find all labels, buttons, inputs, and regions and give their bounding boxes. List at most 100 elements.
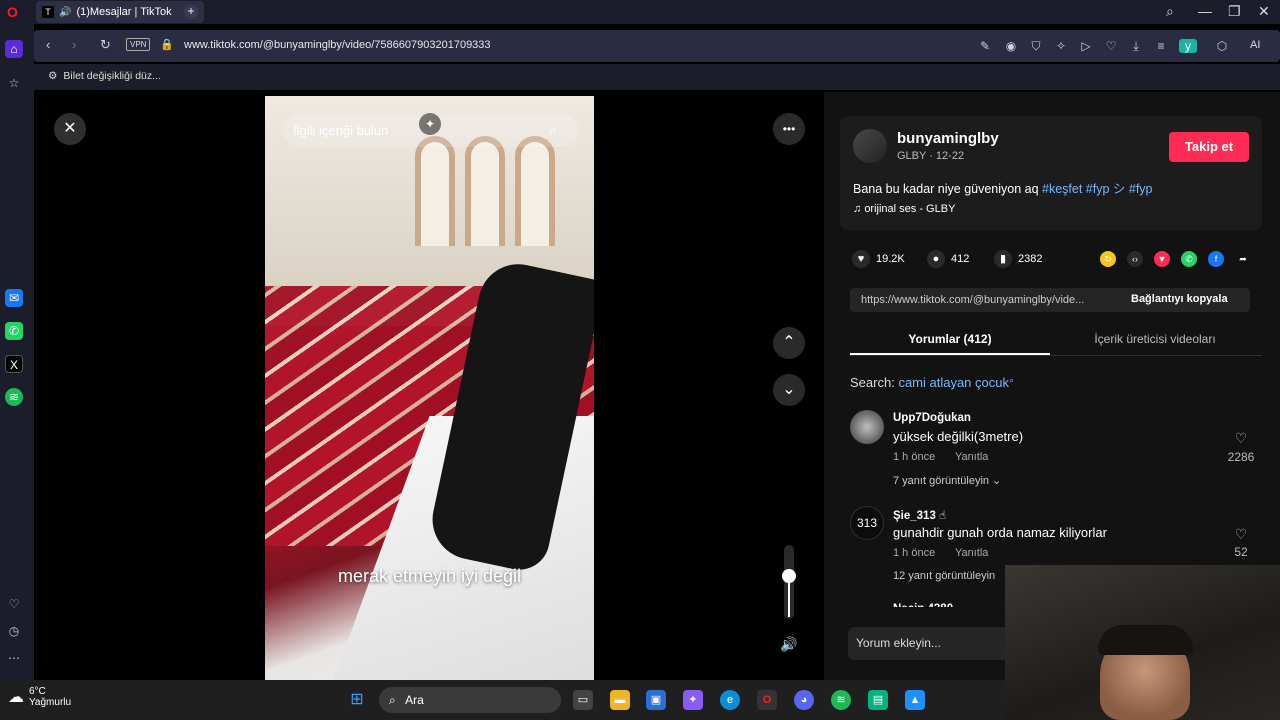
arch [515, 136, 555, 246]
url-field[interactable]: www.tiktok.com/@bunyaminglby/video/75866… [184, 39, 491, 51]
hashtags[interactable]: #keşfet #fyp シ #fyp [1042, 182, 1152, 196]
comment-button[interactable]: ● 412 [927, 250, 969, 268]
video-link[interactable]: https://www.tiktok.com/@bunyaminglby/vid… [861, 294, 1121, 306]
view-replies-button[interactable]: 12 yanıt görüntüleyin [893, 570, 995, 582]
home-icon[interactable]: ⌂ [5, 40, 23, 58]
comment-username[interactable]: Şie_313 ☝ [893, 508, 946, 522]
forward-button[interactable]: › [72, 37, 76, 52]
tab-creator-videos[interactable]: İçerik üreticisi videoları [1055, 332, 1255, 346]
close-video-button[interactable]: ✕ [54, 113, 86, 145]
download-icon[interactable]: ⤓ [1129, 39, 1143, 53]
history-icon[interactable]: ◷ [5, 622, 23, 640]
author-username[interactable]: bunyaminglby [897, 130, 999, 147]
like-button[interactable]: ♥ 19.2K [852, 250, 905, 268]
file-explorer-icon[interactable]: ▬ [610, 690, 630, 710]
reply-button[interactable]: Yanıtla [955, 451, 988, 463]
video-player[interactable] [265, 96, 594, 680]
search-tabs-icon[interactable]: ⌕ [1166, 3, 1174, 20]
copilot-icon[interactable]: ✦ [683, 690, 703, 710]
volume-icon[interactable]: 🔊 [780, 636, 797, 653]
extension-icon[interactable]: ✧ [1054, 39, 1068, 53]
description-text: Bana bu kadar niye güveniyon aq [853, 182, 1043, 196]
save-button[interactable]: ▮ 2382 [994, 250, 1042, 268]
maximize-button[interactable]: ❐ [1228, 3, 1241, 20]
spotify-taskbar-icon[interactable]: ≋ [831, 690, 851, 710]
camera-icon[interactable]: ◉ [1004, 39, 1018, 53]
photos-icon[interactable]: ▲ [905, 690, 925, 710]
sparkle-icon[interactable]: ✦ [419, 113, 441, 135]
reload-button[interactable]: ↻ [100, 37, 111, 53]
ai-label: AI [1250, 39, 1261, 51]
copy-link-button[interactable]: Bağlantıyı kopyala [1131, 293, 1228, 305]
weather-icon: ☁ [8, 689, 24, 706]
opera-taskbar-icon[interactable]: O [757, 690, 777, 710]
play-icon[interactable]: ▷ [1079, 39, 1093, 53]
lock-icon[interactable]: 🔒 [160, 38, 174, 51]
app-icon[interactable]: ▤ [868, 690, 888, 710]
edit-icon[interactable]: ✎ [978, 39, 992, 53]
share-arrow-icon[interactable]: ➦ [1235, 251, 1251, 267]
cube-icon[interactable]: ⬡ [1215, 39, 1229, 53]
previous-video-button[interactable]: ⌃ [773, 327, 805, 359]
menu-icon[interactable]: ≡ [1154, 39, 1168, 53]
gear-icon: ⚙ [48, 70, 58, 82]
send-icon[interactable]: ▼ [1154, 251, 1170, 267]
next-video-button[interactable]: ⌄ [773, 374, 805, 406]
bookmark-label: Bilet değişikliği düz... [63, 70, 161, 82]
weather-widget[interactable]: ☁ 6°C Yağmurlu [8, 686, 71, 708]
x-twitter-icon[interactable]: X [5, 355, 23, 373]
taskbar-search[interactable]: ⌕ Ara [379, 687, 561, 713]
search-suggestion[interactable]: Search: cami atlayan çocuk⌕ [850, 375, 1014, 390]
whatsapp-share-icon[interactable]: ✆ [1181, 251, 1197, 267]
edge-icon[interactable]: e [720, 690, 740, 710]
close-window-button[interactable]: ✕ [1258, 3, 1270, 20]
comment-like-count: 2286 [1227, 450, 1255, 464]
speaker-icon[interactable]: 🔊 [59, 7, 71, 18]
commenter-avatar[interactable] [850, 410, 884, 444]
messenger-icon[interactable]: ✉ [5, 289, 23, 307]
comment-username[interactable]: Upp7Doğukan [893, 412, 971, 424]
spotify-icon[interactable]: ≋ [5, 388, 23, 406]
follow-button[interactable]: Takip et [1169, 132, 1249, 162]
embed-icon[interactable]: ‹› [1127, 251, 1143, 267]
back-button[interactable]: ‹ [46, 37, 50, 52]
ai-button[interactable]: AI [1250, 39, 1260, 51]
comment-time: 1 h önce [893, 547, 936, 559]
bookmark-item[interactable]: ⚙ Bilet değişikliği düz... [48, 70, 161, 82]
comment-input[interactable]: Yorum ekleyin... [848, 627, 1008, 660]
whatsapp-icon[interactable]: ✆ [5, 322, 23, 340]
profile-avatar[interactable]: y [1179, 39, 1197, 53]
browser-tab[interactable]: T 🔊 (1)Mesajlar | TikTok [36, 1, 204, 23]
related-search-input[interactable]: İlgili içeriği bulun ✦ ⌕ [283, 113, 579, 147]
shield-icon[interactable]: ⛉ [1029, 39, 1043, 53]
search-query[interactable]: cami atlayan çocuk [898, 375, 1009, 390]
new-tab-button[interactable]: + [184, 5, 198, 19]
heart-icon[interactable]: ♡ [5, 595, 23, 613]
author-avatar[interactable] [853, 129, 887, 163]
music-link[interactable]: ♫ orijinal ses - GLBY [853, 203, 955, 215]
opera-logo-icon[interactable]: O [7, 4, 18, 20]
more-options-button[interactable]: ••• [773, 113, 805, 145]
comment-like-icon[interactable]: ♡ [1221, 430, 1261, 447]
search-icon[interactable]: ⌕ [549, 122, 557, 139]
commenter-avatar[interactable]: 313 [850, 506, 884, 540]
store-icon[interactable]: ▣ [646, 690, 666, 710]
comment-like-icon[interactable]: ♡ [1221, 526, 1261, 543]
volume-knob[interactable] [782, 569, 796, 583]
vpn-badge[interactable]: VPN [126, 38, 151, 51]
view-replies-button[interactable]: 7 yanıt görüntüleyin ⌄ [893, 474, 1001, 487]
more-icon[interactable]: ⋯ [5, 649, 23, 667]
task-view-icon[interactable]: ▭ [573, 690, 593, 710]
facebook-share-icon[interactable]: f [1208, 251, 1224, 267]
reply-button[interactable]: Yanıtla [955, 547, 988, 559]
minimize-button[interactable]: — [1198, 3, 1212, 19]
like-count: 19.2K [876, 253, 905, 265]
bookmark-heart-icon[interactable]: ♡ [1104, 39, 1118, 53]
repost-icon[interactable]: ↻ [1100, 251, 1116, 267]
tab-comments[interactable]: Yorumlar (412) [850, 332, 1050, 346]
speed-dial-icon[interactable]: ☆ [5, 74, 23, 92]
search-icon: ⌕ [1009, 375, 1015, 385]
discord-icon[interactable]: ◕ [794, 690, 814, 710]
start-icon[interactable]: ⊞ [347, 690, 367, 710]
opera-sidebar: ⌂ ☆ ✉ ✆ X ≋ ♡ ◷ ⋯ [0, 24, 34, 680]
